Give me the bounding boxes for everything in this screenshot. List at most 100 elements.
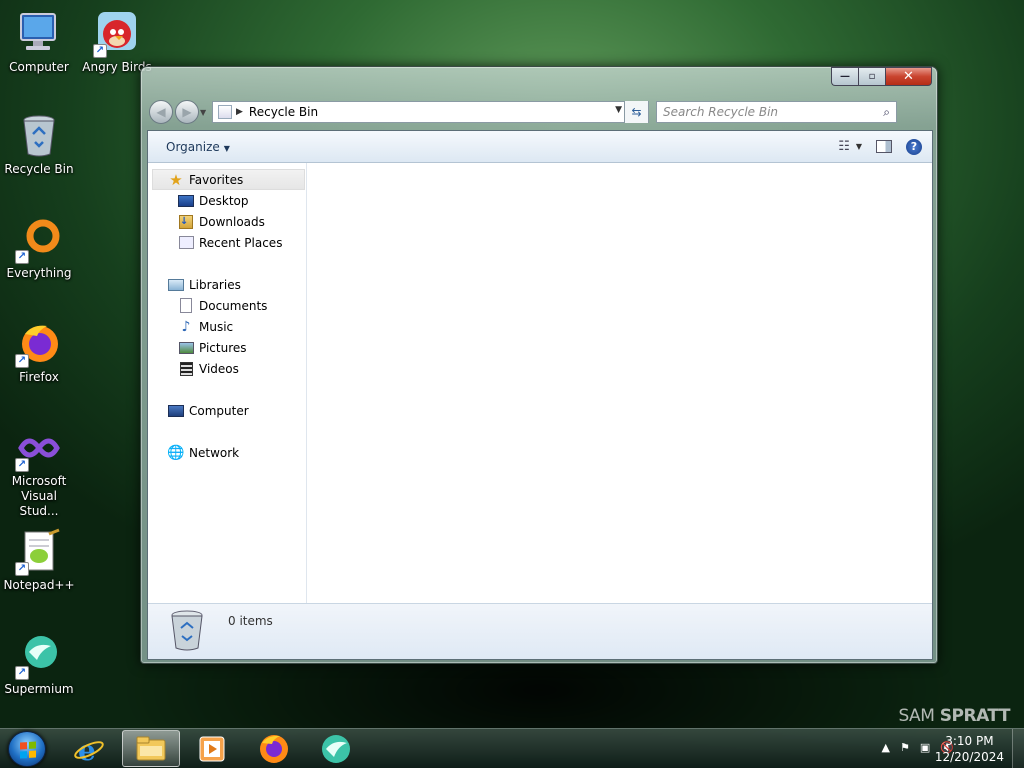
breadcrumb-location[interactable]: Recycle Bin xyxy=(249,105,318,119)
network-tray-icon[interactable]: ▣ xyxy=(920,741,930,754)
documents-icon xyxy=(180,298,192,313)
minimize-button[interactable]: — xyxy=(831,67,858,86)
recycle-bin-small-icon xyxy=(218,105,232,119)
chevron-down-icon: ▼ xyxy=(223,143,230,153)
nav-item-computer[interactable]: Computer xyxy=(148,400,306,421)
videos-film-icon xyxy=(179,361,193,376)
breadcrumb-chevron-icon[interactable]: ▶ xyxy=(236,107,243,117)
desktop-icon-computer[interactable]: Computer xyxy=(0,10,78,75)
music-note-icon: ♪ xyxy=(181,318,191,335)
desktop-icon-label: Microsoft Visual Stud... xyxy=(11,474,67,518)
search-input[interactable]: Search Recycle Bin ⌕ xyxy=(656,101,897,123)
maximize-button[interactable]: ▫ xyxy=(858,67,885,86)
address-history-dropdown[interactable]: ▼ xyxy=(615,105,622,115)
view-options-dropdown[interactable]: ▼ xyxy=(856,142,862,151)
nav-item-pictures[interactable]: Pictures xyxy=(148,337,306,358)
show-desktop-button[interactable] xyxy=(1012,729,1024,768)
pictures-icon xyxy=(178,341,194,354)
start-button[interactable] xyxy=(8,731,46,767)
change-view-icon[interactable]: ☷ xyxy=(838,139,850,154)
desktop-icon-label: Recycle Bin xyxy=(4,162,74,176)
nav-item-videos[interactable]: Videos xyxy=(148,358,306,379)
shortcut-arrow-icon: ↗ xyxy=(93,44,107,58)
desktop-icon-label: Notepad++ xyxy=(3,578,75,592)
desktop-icon-label: Computer xyxy=(9,60,69,74)
nav-item-libraries[interactable]: Libraries xyxy=(148,274,306,295)
nav-item-label: Recent Places xyxy=(199,235,283,250)
firefox-icon xyxy=(260,734,288,763)
nav-item-label: Computer xyxy=(189,403,249,418)
taskbar-media-player[interactable] xyxy=(183,730,241,767)
forward-button[interactable]: ▶ xyxy=(175,100,199,124)
taskbar-clock[interactable]: 3:10 PM 12/20/2024 xyxy=(935,733,1004,765)
shortcut-arrow-icon: ↗ xyxy=(15,458,29,472)
nav-item-label: Network xyxy=(189,445,240,460)
nav-item-desktop[interactable]: Desktop xyxy=(148,190,306,211)
internet-explorer-icon: e xyxy=(74,734,104,765)
details-pane: 0 items xyxy=(148,603,932,659)
watermark: SAM SPRATT xyxy=(898,706,1010,726)
downloads-folder-icon: ↓ xyxy=(179,214,193,229)
close-button[interactable]: ✕ xyxy=(885,67,932,86)
watermark-left: SAM xyxy=(898,706,935,726)
search-placeholder: Search Recycle Bin xyxy=(663,105,779,119)
recent-places-icon xyxy=(178,236,194,249)
back-button[interactable]: ◀ xyxy=(149,100,173,124)
nav-item-label: Videos xyxy=(199,361,239,376)
caption-buttons: — ▫ ✕ xyxy=(831,67,932,86)
back-arrow-icon: ◀ xyxy=(156,105,166,119)
nav-item-label: Pictures xyxy=(199,340,247,355)
show-hidden-icons-chevron-icon[interactable]: ▲ xyxy=(882,741,890,754)
nav-item-documents[interactable]: Documents xyxy=(148,295,306,316)
nav-item-label: Documents xyxy=(199,298,268,313)
content-frame: Organize ▼ ☷ ▼ ? ★ Favorites Desktop ↓ Do… xyxy=(147,130,933,660)
desktop-icon-recycle-bin[interactable]: Recycle Bin xyxy=(0,112,78,177)
nav-item-label: Favorites xyxy=(189,172,244,187)
taskbar-internet-explorer[interactable]: e xyxy=(60,730,118,767)
preview-pane-icon[interactable] xyxy=(876,140,892,153)
explorer-window[interactable]: — ▫ ✕ ◀ ▶ ▼ ▶ Recycle Bin ▼ ⇆ Search Rec… xyxy=(140,66,938,664)
nav-item-favorites[interactable]: ★ Favorites xyxy=(152,169,305,190)
nav-item-music[interactable]: ♪ Music xyxy=(148,316,306,337)
nav-item-network[interactable]: 🌐 Network xyxy=(148,442,306,463)
windows-explorer-icon xyxy=(136,736,166,760)
command-bar: Organize ▼ ☷ ▼ ? xyxy=(148,131,932,163)
nav-item-recent-places[interactable]: Recent Places xyxy=(148,232,306,253)
shortcut-arrow-icon: ↗ xyxy=(15,562,29,576)
navigation-bar: ◀ ▶ ▼ ▶ Recycle Bin ▼ ⇆ Search Recycle B… xyxy=(149,100,931,124)
media-player-icon xyxy=(199,736,225,761)
desktop-icon-label: Everything xyxy=(6,266,72,280)
desktop-icon-notepadpp[interactable]: ↗ Notepad++ xyxy=(0,528,78,593)
nav-item-label: Desktop xyxy=(199,193,249,208)
action-center-icon[interactable]: ⚑ xyxy=(900,741,910,754)
watermark-right: SPRATT xyxy=(939,706,1011,726)
refresh-button[interactable]: ⇆ xyxy=(624,101,648,123)
recycle-bin-icon xyxy=(15,112,63,160)
nav-item-downloads[interactable]: ↓ Downloads xyxy=(148,211,306,232)
help-icon[interactable]: ? xyxy=(906,138,922,155)
organize-button[interactable]: Organize ▼ xyxy=(166,140,230,154)
desktop-icon-firefox[interactable]: ↗ Firefox xyxy=(0,320,78,385)
clock-date: 12/20/2024 xyxy=(934,750,1004,764)
favorites-star-icon: ★ xyxy=(169,170,183,189)
desktop-folder-icon xyxy=(178,194,194,207)
nav-item-label: Libraries xyxy=(189,277,241,292)
shortcut-arrow-icon: ↗ xyxy=(15,354,29,368)
taskbar-windows-explorer[interactable] xyxy=(122,730,180,767)
search-icon[interactable]: ⌕ xyxy=(883,105,890,120)
desktop-icon-supermium[interactable]: ↗ Supermium xyxy=(0,632,78,697)
recent-pages-dropdown[interactable]: ▼ xyxy=(200,108,210,117)
file-list-area[interactable] xyxy=(308,163,932,605)
forward-arrow-icon: ▶ xyxy=(182,105,192,119)
desktop-icon-everything[interactable]: ↗ Everything xyxy=(0,216,78,281)
supermium-icon: ↗ xyxy=(15,632,63,680)
computer-small-icon xyxy=(168,404,184,417)
desktop-icon-visual-studio[interactable]: ↗ Microsoft Visual Stud... xyxy=(0,424,78,519)
address-bar[interactable]: ▶ Recycle Bin ▼ ⇆ xyxy=(212,101,649,123)
taskbar-firefox[interactable] xyxy=(245,730,303,767)
nav-item-label: Downloads xyxy=(199,214,265,229)
nav-item-label: Music xyxy=(199,319,234,334)
taskbar-supermium[interactable] xyxy=(307,730,365,767)
